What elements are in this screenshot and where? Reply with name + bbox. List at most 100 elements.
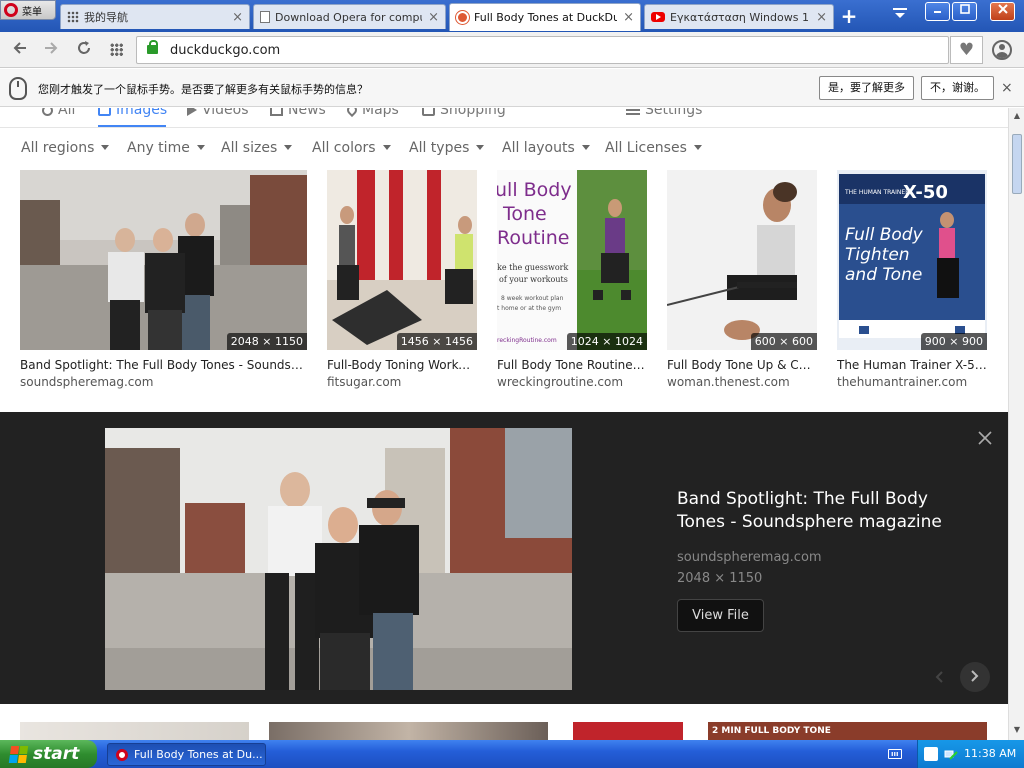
result-thumbnail[interactable]: ull Body Tone Routine ke the guesswork o…	[497, 170, 647, 350]
result-thumbnail-caption[interactable]: 2 MIN FULL BODY TONE	[708, 722, 987, 740]
filter-color[interactable]: All colors	[312, 140, 391, 156]
account-icon[interactable]	[992, 40, 1012, 60]
filter-region[interactable]: All regions	[21, 140, 110, 156]
result-source[interactable]: soundspheremag.com	[20, 375, 153, 389]
result-thumbnail[interactable]: 2048 × 1150	[20, 170, 307, 350]
filter-time[interactable]: Any time	[127, 140, 205, 156]
scroll-down-icon[interactable]: ▼	[1011, 724, 1023, 736]
scroll-up-icon[interactable]: ▲	[1011, 110, 1023, 122]
chevron-down-icon	[284, 145, 293, 150]
detail-title[interactable]: Band Spotlight: The Full Body Tones - So…	[677, 488, 967, 534]
back-arrow-icon[interactable]	[9, 40, 31, 60]
chevron-down-icon	[101, 145, 110, 150]
taskbar-window-opera[interactable]: Full Body Tones at Du...	[107, 743, 266, 766]
result-thumbnail[interactable]	[269, 722, 548, 740]
result-source[interactable]: thehumantrainer.com	[837, 375, 967, 389]
nav-label: Shopping	[440, 108, 506, 118]
filter-size[interactable]: All sizes	[221, 140, 293, 156]
filter-label: All layouts	[502, 140, 575, 156]
next-arrow-icon[interactable]	[960, 662, 990, 692]
maximize-button[interactable]	[952, 2, 977, 21]
minimize-button[interactable]	[925, 2, 950, 21]
result-source[interactable]: fitsugar.com	[327, 375, 401, 389]
image-caption-line: THE HUMAN TRAINER	[844, 189, 909, 196]
reload-icon[interactable]	[73, 40, 95, 60]
result-thumbnail[interactable]	[20, 722, 249, 740]
close-infobar-icon[interactable]: ×	[1001, 80, 1013, 96]
result-thumbnail[interactable]: 600 × 600	[667, 170, 817, 350]
image-result[interactable]: 600 × 600 Full Body Tone Up & Car... wom…	[667, 170, 817, 389]
start-label: start	[33, 744, 80, 764]
result-title[interactable]: Full Body Tone Routine - ...	[497, 358, 647, 372]
nav-videos[interactable]: Videos	[187, 108, 249, 118]
result-thumbnail[interactable]: THE HUMAN TRAINER X-50 Full Body Tighten…	[837, 170, 987, 350]
previous-arrow-icon[interactable]	[924, 662, 954, 692]
url-field[interactable]: duckduckgo.com	[136, 36, 949, 64]
new-tab-button[interactable]: +	[838, 4, 860, 28]
result-source[interactable]: wreckingroutine.com	[497, 375, 623, 389]
image-caption-line: of your workouts	[499, 275, 568, 284]
tab-close-icon[interactable]: ×	[232, 10, 243, 25]
image-result[interactable]: ull Body Tone Routine ke the guesswork o…	[497, 170, 647, 389]
result-thumbnail[interactable]: 1456 × 1456	[327, 170, 477, 350]
tab-speed-dial[interactable]: 我的导航 ×	[60, 4, 250, 29]
settings-icon	[626, 109, 640, 111]
chevron-down-icon	[196, 145, 205, 150]
opera-menu-button[interactable]: 菜单	[0, 0, 56, 20]
result-title[interactable]: The Human Trainer X-50...	[837, 358, 987, 372]
result-thumbnail[interactable]	[573, 722, 683, 740]
nav-all[interactable]: All	[42, 108, 75, 118]
image-caption-line: 8 week workout plan	[501, 295, 564, 302]
close-window-button[interactable]	[990, 2, 1015, 21]
bookmark-heart-icon[interactable]: ♥	[950, 36, 983, 64]
image-result[interactable]: 1456 × 1456 Full-Body Toning Workout... …	[327, 170, 477, 389]
tab-close-icon[interactable]: ×	[623, 10, 634, 25]
image-caption-line: ull Body	[497, 179, 572, 201]
tab-close-icon[interactable]: ×	[428, 10, 439, 25]
tab-duckduckgo[interactable]: Full Body Tones at DuckDuckGo ×	[449, 3, 641, 31]
no-thanks-button[interactable]: 不，谢谢。	[921, 76, 994, 100]
nav-maps[interactable]: Maps	[344, 108, 399, 118]
speed-dial-icon[interactable]	[110, 43, 123, 56]
keyboard-icon[interactable]	[888, 749, 902, 759]
vertical-scrollbar[interactable]: ▲ ▼	[1008, 108, 1024, 740]
nav-settings[interactable]: Settings	[626, 108, 702, 118]
filter-type[interactable]: All types	[409, 140, 485, 156]
image-icon	[98, 108, 111, 116]
tab-youtube[interactable]: Εγκατάσταση Windows 11 on ×	[644, 4, 834, 29]
detail-image[interactable]	[105, 428, 572, 690]
nav-news[interactable]: News	[270, 108, 326, 118]
shopping-bag-icon	[422, 108, 435, 116]
image-caption-line: ke the guesswork	[497, 263, 568, 272]
start-button[interactable]: start	[0, 740, 97, 768]
detail-source[interactable]: soundspheremag.com	[677, 550, 822, 565]
image-caption-line: and Tone	[845, 265, 922, 285]
image-result[interactable]: THE HUMAN TRAINER X-50 Full Body Tighten…	[837, 170, 987, 389]
scrollbar-thumb[interactable]	[1012, 134, 1022, 194]
filter-layout[interactable]: All layouts	[502, 140, 590, 156]
view-file-button[interactable]: View File	[677, 599, 764, 632]
nav-shopping[interactable]: Shopping	[422, 108, 506, 118]
result-title[interactable]: Full-Body Toning Workout...	[327, 358, 477, 372]
result-source[interactable]: woman.thenest.com	[667, 375, 790, 389]
nav-label: Videos	[202, 108, 249, 118]
chevron-down-icon	[382, 145, 391, 150]
forward-arrow-icon[interactable]	[40, 40, 62, 60]
tab-menu-icon[interactable]	[888, 6, 912, 26]
filter-license[interactable]: All Licenses	[605, 140, 702, 156]
result-title[interactable]: Full Body Tone Up & Car...	[667, 358, 817, 372]
result-title[interactable]: Band Spotlight: The Full Body Tones - So…	[20, 358, 307, 372]
nav-images[interactable]: Images	[98, 108, 167, 118]
youtube-icon	[651, 12, 665, 22]
close-icon[interactable]	[975, 430, 995, 450]
image-result[interactable]: 2048 × 1150 Band Spotlight: The Full Bod…	[20, 170, 307, 389]
clock[interactable]: 11:38 AM	[964, 747, 1016, 760]
network-icon[interactable]	[944, 747, 958, 761]
input-method-icon[interactable]	[924, 747, 938, 761]
learn-more-button[interactable]: 是，要了解更多	[819, 76, 914, 100]
mouse-icon	[9, 77, 27, 100]
tab-close-icon[interactable]: ×	[816, 10, 827, 25]
image-dimensions: 1024 × 1024	[566, 333, 647, 350]
detail-dimensions: 2048 × 1150	[677, 571, 763, 586]
tab-download-opera[interactable]: Download Opera for computer ×	[253, 4, 446, 29]
